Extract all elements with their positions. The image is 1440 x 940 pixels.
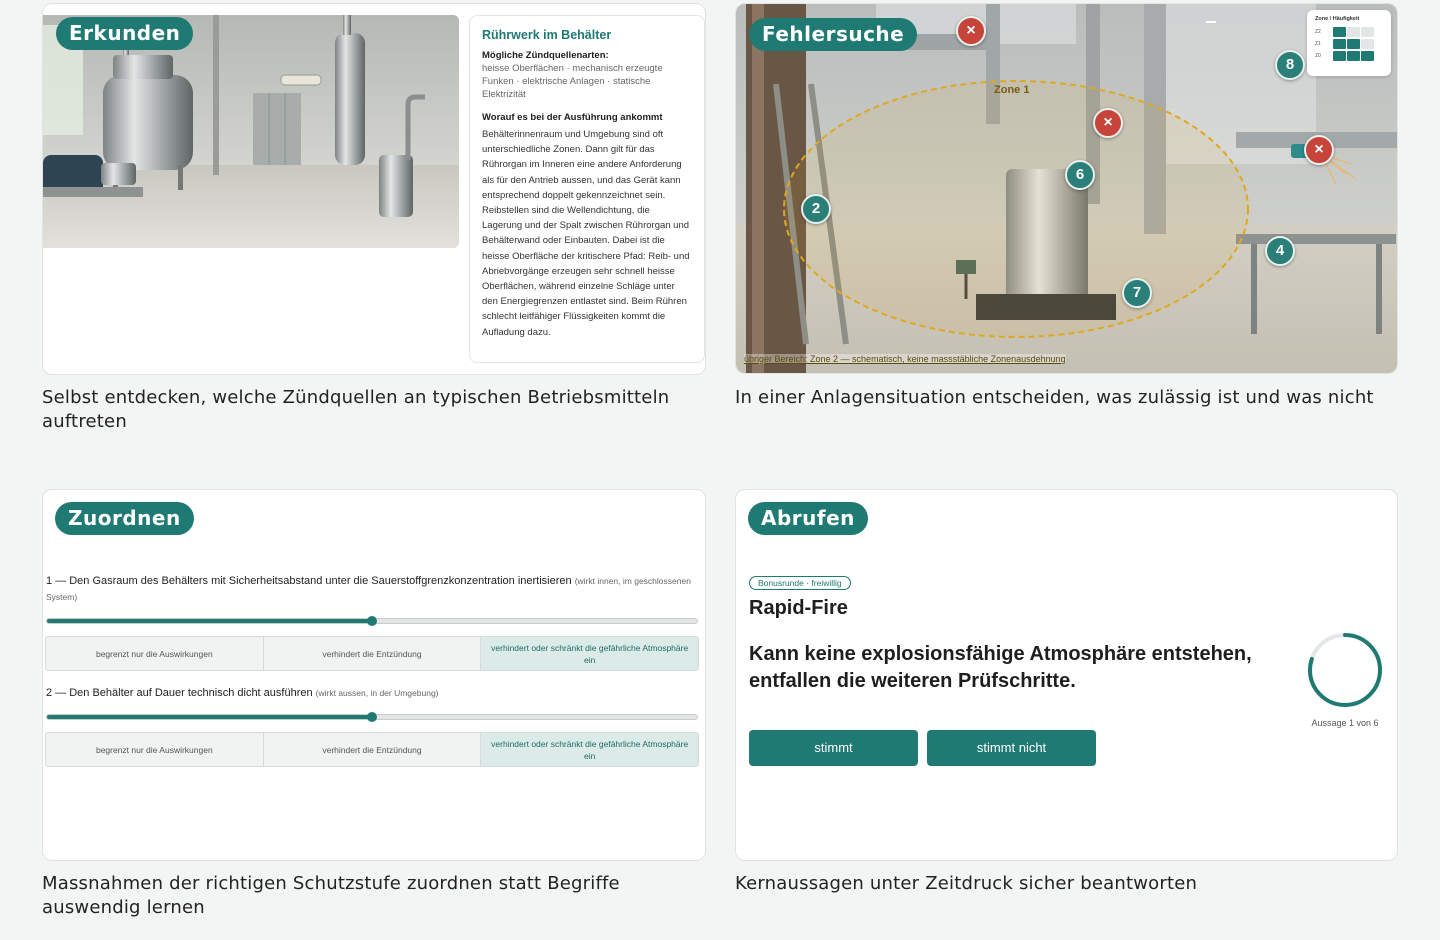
legend-row-label: Z0 (1315, 53, 1321, 59)
measure-item-2: 2 — Den Behälter auf Dauer technisch dic… (46, 685, 698, 701)
option-prevent-atmosphere[interactable]: verhindert oder schränkt die gefährliche… (481, 637, 698, 670)
legend-cell (1361, 27, 1374, 37)
zone-1-label: Zone 1 (994, 84, 1030, 96)
error-marker-pipe[interactable]: × (1093, 108, 1123, 138)
measure-item-1-text: 1 — Den Gasraum des Behälters mit Sicher… (46, 575, 572, 587)
caption-recall: Kernaussagen unter Zeitdruck sicher bean… (735, 873, 1198, 894)
mode-pill-troubleshoot: Fehlersuche (749, 18, 918, 51)
legend-cell (1333, 27, 1346, 37)
countdown-timer-ring (1308, 633, 1382, 707)
true-button[interactable]: stimmt (749, 730, 918, 766)
hotspot-marker-2[interactable]: 2 (801, 194, 831, 224)
mode-pill-explore: Erkunden (56, 17, 194, 50)
level-options-1: begrenzt nur die Auswirkungen verhindert… (45, 636, 699, 671)
option-limit-effects[interactable]: begrenzt nur die Auswirkungen (46, 637, 264, 670)
mode-pill-assign: Zuordnen (55, 502, 194, 535)
rapid-fire-title: Rapid-Fire (749, 597, 848, 619)
option-limit-effects[interactable]: begrenzt nur die Auswirkungen (46, 733, 264, 766)
hotspot-marker-6[interactable]: 6 (1065, 160, 1095, 190)
info-panel: Rührwerk im Behälter Mögliche Zündquelle… (469, 15, 705, 363)
slider-fill (47, 619, 372, 623)
execution-text: Behälterinnenraum und Umgebung sind oft … (482, 129, 690, 338)
legend-row-label: Z2 (1315, 29, 1321, 35)
legend-title: Zone / Häufigkeit (1315, 16, 1360, 22)
measure-slider-2[interactable] (46, 712, 698, 722)
error-marker-top[interactable]: × (956, 16, 986, 46)
measure-item-2-hint: (wirkt aussen, in der Umgebung) (315, 688, 439, 698)
legend-cell (1361, 51, 1374, 61)
explore-card: Erkunden Rührwerk im Behälter Mögliche Z… (42, 3, 706, 375)
legend-row-z0: Z0 (1315, 50, 1383, 62)
execution-heading: Worauf es bei der Ausführung ankommt (482, 112, 663, 123)
slider-thumb[interactable] (367, 712, 377, 722)
troubleshoot-card: Fehlersuche Zone 1 × × × 8 6 2 4 7 Zone … (735, 3, 1398, 374)
hotspot-marker-7[interactable]: 7 (1122, 278, 1152, 308)
hotspot-marker-4[interactable]: 4 (1265, 236, 1295, 266)
legend-cell (1333, 51, 1346, 61)
ignition-sources-list: heisse Oberflächen · mechanisch erzeugte… (482, 63, 663, 100)
statement-counter: Aussage 1 von 6 (1311, 718, 1379, 728)
slider-fill (47, 715, 372, 719)
caption-explore: Selbst entdecken, welche Zündquellen an … (42, 387, 670, 432)
caption-troubleshoot: In einer Anlagensituation entscheiden, w… (735, 387, 1374, 408)
info-title: Rührwerk im Behälter (482, 28, 612, 42)
legend-cell (1333, 39, 1346, 49)
zone-frequency-legend: Zone / Häufigkeit Z2 Z1 Z0 (1307, 10, 1391, 76)
recall-card: Abrufen Bonusrunde · freiwillig Rapid-Fi… (735, 489, 1398, 861)
hotspot-marker-8[interactable]: 8 (1275, 50, 1305, 80)
measure-slider-1[interactable] (46, 616, 698, 626)
zone-footnote: übriger Bereich: Zone 2 — schematisch, k… (744, 354, 1066, 364)
level-options-2: begrenzt nur die Auswirkungen verhindert… (45, 732, 699, 767)
measure-item-1: 1 — Den Gasraum des Behälters mit Sicher… (46, 573, 698, 605)
option-prevent-atmosphere[interactable]: verhindert oder schränkt die gefährliche… (481, 733, 698, 766)
legend-row-z1: Z1 (1315, 38, 1383, 50)
slider-thumb[interactable] (367, 616, 377, 626)
legend-cell (1347, 39, 1360, 49)
mode-pill-recall: Abrufen (748, 502, 868, 535)
legend-row-z2: Z2 (1315, 26, 1383, 38)
error-marker-grinder[interactable]: × (1304, 135, 1334, 165)
legend-cell (1361, 39, 1374, 49)
bonus-round-badge: Bonusrunde · freiwillig (749, 576, 851, 590)
quiz-statement: Kann keine explosionsfähige Atmosphäre e… (749, 643, 1252, 692)
option-prevent-ignition[interactable]: verhindert die Entzündung (263, 637, 482, 670)
measure-item-2-text: 2 — Den Behälter auf Dauer technisch dic… (46, 687, 313, 699)
legend-cell (1347, 51, 1360, 61)
caption-assign: Massnahmen der richtigen Schutzstufe zuo… (42, 873, 620, 918)
legend-row-label: Z1 (1315, 41, 1321, 47)
legend-cell (1347, 27, 1360, 37)
option-prevent-ignition[interactable]: verhindert die Entzündung (263, 733, 482, 766)
assign-card: Zuordnen 1 — Den Gasraum des Behälters m… (42, 489, 706, 861)
ignition-sources-heading: Mögliche Zündquellenarten: (482, 50, 609, 61)
false-button[interactable]: stimmt nicht (927, 730, 1096, 766)
